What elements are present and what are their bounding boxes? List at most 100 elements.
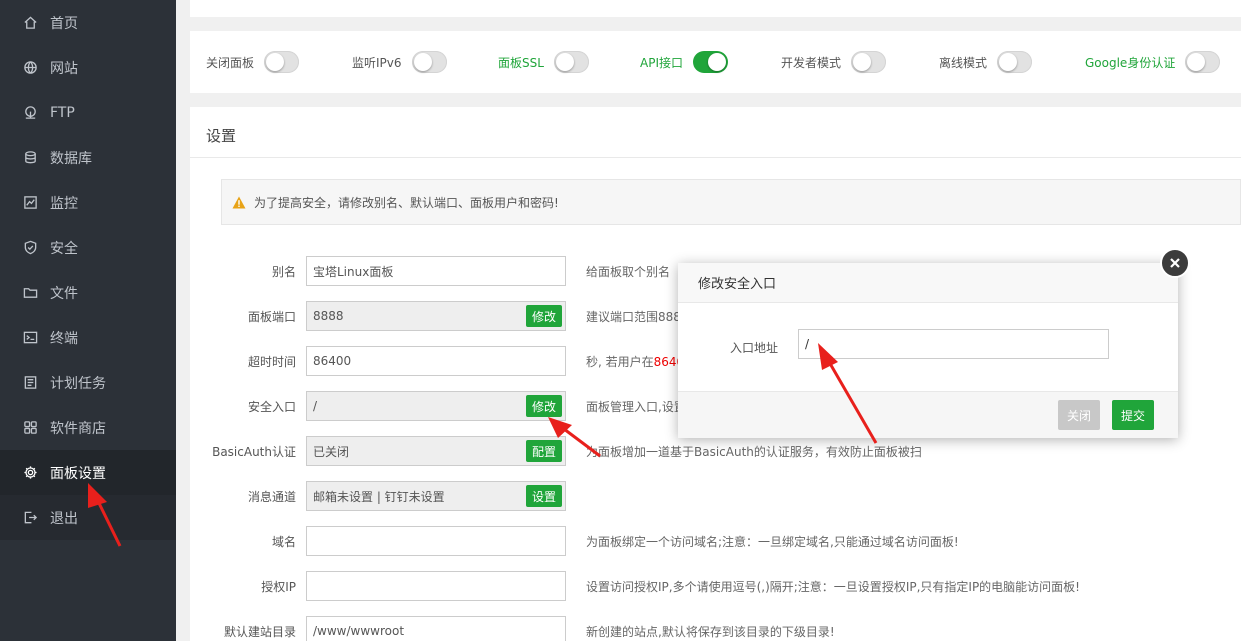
- top-strip: [190, 0, 1241, 17]
- toggle-ipv6[interactable]: 监听IPv6: [352, 51, 447, 73]
- sidebar-item-logout[interactable]: 退出: [0, 495, 176, 540]
- sidebar-item-label: 软件商店: [50, 420, 106, 437]
- close-button[interactable]: 关闭: [1058, 400, 1101, 430]
- form-hint: 建议端口范围8888: [586, 310, 689, 324]
- sidebar-item-store[interactable]: 软件商店: [0, 405, 176, 450]
- shield-icon: [22, 240, 38, 256]
- security-notice: 为了提高安全，请修改别名、默认端口、面板用户和密码!: [221, 179, 1241, 225]
- toggle-panel-ssl[interactable]: 面板SSL: [498, 51, 589, 73]
- sidebar-item-home[interactable]: 首页: [0, 0, 176, 45]
- form-hint: 为面板增加一道基于BasicAuth的认证服务，有效防止面板被扫: [586, 445, 922, 459]
- input-value: /: [313, 399, 318, 413]
- sidebar-item-panel-settings[interactable]: 面板设置: [0, 450, 176, 495]
- sidebar: 首页 网站 FTP 数据库 监控 安全 文件 终端 计划任务 软件商店 面板设置: [0, 0, 176, 641]
- gear-icon: [22, 465, 38, 481]
- toggle-api[interactable]: API接口: [640, 51, 728, 73]
- entry-address-label: 入口地址: [729, 341, 778, 355]
- sidebar-item-label: 网站: [50, 60, 78, 77]
- form-hint: 面板管理入口,设置: [586, 400, 686, 414]
- globe-icon: [22, 60, 38, 76]
- dialog-close-icon[interactable]: [1160, 248, 1190, 278]
- sidebar-item-label: 面板设置: [50, 465, 106, 482]
- toggle-label: 离线模式: [939, 55, 988, 70]
- sidebar-item-database[interactable]: 数据库: [0, 135, 176, 180]
- monitor-icon: [22, 195, 38, 211]
- sidebar-item-label: 终端: [50, 330, 78, 347]
- toggle-offline-mode[interactable]: 离线模式: [939, 51, 1033, 73]
- toggle-google-auth[interactable]: Google身份认证: [1085, 51, 1221, 73]
- sidebar-item-monitor[interactable]: 监控: [0, 180, 176, 225]
- sidebar-item-ftp[interactable]: FTP: [0, 90, 176, 135]
- sidebar-item-website[interactable]: 网站: [0, 45, 176, 90]
- toggle-label: 面板SSL: [498, 55, 544, 70]
- input-value: 已关闭: [313, 444, 350, 459]
- alias-input[interactable]: 宝塔Linux面板: [306, 256, 566, 286]
- toggle-switch[interactable]: [1185, 51, 1221, 73]
- section-title: 设置: [206, 127, 237, 145]
- input-value: /www/wwwroot: [313, 624, 405, 638]
- form-row-domain: 域名 为面板绑定一个访问域名;注意：一旦绑定域名,只能通过域名访问面板!: [190, 526, 1241, 556]
- toggle-label: 开发者模式: [781, 55, 842, 70]
- form-hint: 设置访问授权IP,多个请使用逗号(,)隔开;注意：一旦设置授权IP,只有指定IP…: [586, 580, 1080, 594]
- toggle-switch[interactable]: [411, 51, 447, 73]
- toggle-label: API接口: [640, 55, 683, 70]
- dialog-footer: 关闭 提交: [678, 391, 1178, 438]
- hint-text: 秒, 若用户在: [586, 355, 654, 369]
- form-hint: 为面板绑定一个访问域名;注意：一旦绑定域名,只能通过域名访问面板!: [586, 535, 959, 549]
- domain-input[interactable]: [306, 526, 566, 556]
- form-hint: 新创建的站点,默认将保存到该目录的下级目录!: [586, 625, 835, 639]
- toggle-bar: 关闭面板 监听IPv6 面板SSL API接口 开发者模式 离线模式 Googl…: [190, 31, 1241, 93]
- toggle-label: 监听IPv6: [352, 55, 402, 70]
- sidebar-item-label: 计划任务: [50, 375, 106, 392]
- timeout-input[interactable]: 86400: [306, 346, 566, 376]
- form-label: 域名: [271, 535, 296, 549]
- toggle-dev-mode[interactable]: 开发者模式: [781, 51, 887, 73]
- entry-address-input[interactable]: /: [798, 329, 1109, 359]
- divider: [190, 157, 1241, 158]
- form-row-authorized-ip: 授权IP 设置访问授权IP,多个请使用逗号(,)隔开;注意：一旦设置授权IP,只…: [190, 571, 1241, 601]
- sidebar-item-terminal[interactable]: 终端: [0, 315, 176, 360]
- notice-text: 为了提高安全，请修改别名、默认端口、面板用户和密码!: [254, 195, 559, 210]
- edit-security-entry-button[interactable]: 修改: [525, 395, 562, 417]
- sidebar-item-label: 文件: [50, 285, 78, 302]
- toggle-switch[interactable]: [693, 51, 728, 73]
- toggle-switch[interactable]: [997, 51, 1033, 73]
- sidebar-item-files[interactable]: 文件: [0, 270, 176, 315]
- database-icon: [22, 150, 38, 166]
- set-message-channel-button[interactable]: 设置: [525, 485, 562, 507]
- terminal-icon: [22, 330, 38, 346]
- input-value: 宝塔Linux面板: [313, 264, 394, 279]
- toggle-switch[interactable]: [851, 51, 887, 73]
- input-value: /: [805, 337, 810, 351]
- form-label: 消息通道: [247, 490, 296, 504]
- configure-basicauth-button[interactable]: 配置: [525, 440, 562, 462]
- dialog-title: 修改安全入口: [678, 263, 1178, 303]
- input-value: 86400: [313, 354, 352, 368]
- ftp-icon: [22, 105, 38, 121]
- warning-icon: [232, 196, 246, 208]
- toggle-switch[interactable]: [553, 51, 589, 73]
- security-entry-input: / 修改: [306, 391, 566, 421]
- form-label: 默认建站目录: [223, 625, 296, 639]
- toggle-label: 关闭面板: [206, 55, 255, 70]
- security-entry-dialog: 修改安全入口 入口地址 / 关闭 提交: [678, 263, 1178, 438]
- input-value: 8888: [313, 309, 344, 323]
- sidebar-item-cron[interactable]: 计划任务: [0, 360, 176, 405]
- toggle-close-panel[interactable]: 关闭面板: [206, 51, 300, 73]
- sidebar-item-security[interactable]: 安全: [0, 225, 176, 270]
- authorized-ip-input[interactable]: [306, 571, 566, 601]
- folder-icon: [22, 285, 38, 301]
- form-row-message-channel: 消息通道 邮箱未设置 | 钉钉未设置 设置: [190, 481, 1241, 511]
- basicauth-input: 已关闭 配置: [306, 436, 566, 466]
- form-label: 面板端口: [247, 310, 296, 324]
- dialog-body: 入口地址 /: [678, 303, 1178, 391]
- toggle-switch[interactable]: [264, 51, 300, 73]
- site-dir-input[interactable]: /www/wwwroot: [306, 616, 566, 641]
- form-label: BasicAuth认证: [212, 445, 296, 459]
- form-row-basicauth: BasicAuth认证 已关闭 配置 为面板增加一道基于BasicAuth的认证…: [190, 436, 1241, 466]
- input-value: 邮箱未设置 | 钉钉未设置: [313, 489, 445, 504]
- sidebar-item-label: 数据库: [50, 150, 92, 167]
- sidebar-item-label: 首页: [50, 15, 78, 32]
- submit-button[interactable]: 提交: [1112, 400, 1155, 430]
- edit-port-button[interactable]: 修改: [525, 305, 562, 327]
